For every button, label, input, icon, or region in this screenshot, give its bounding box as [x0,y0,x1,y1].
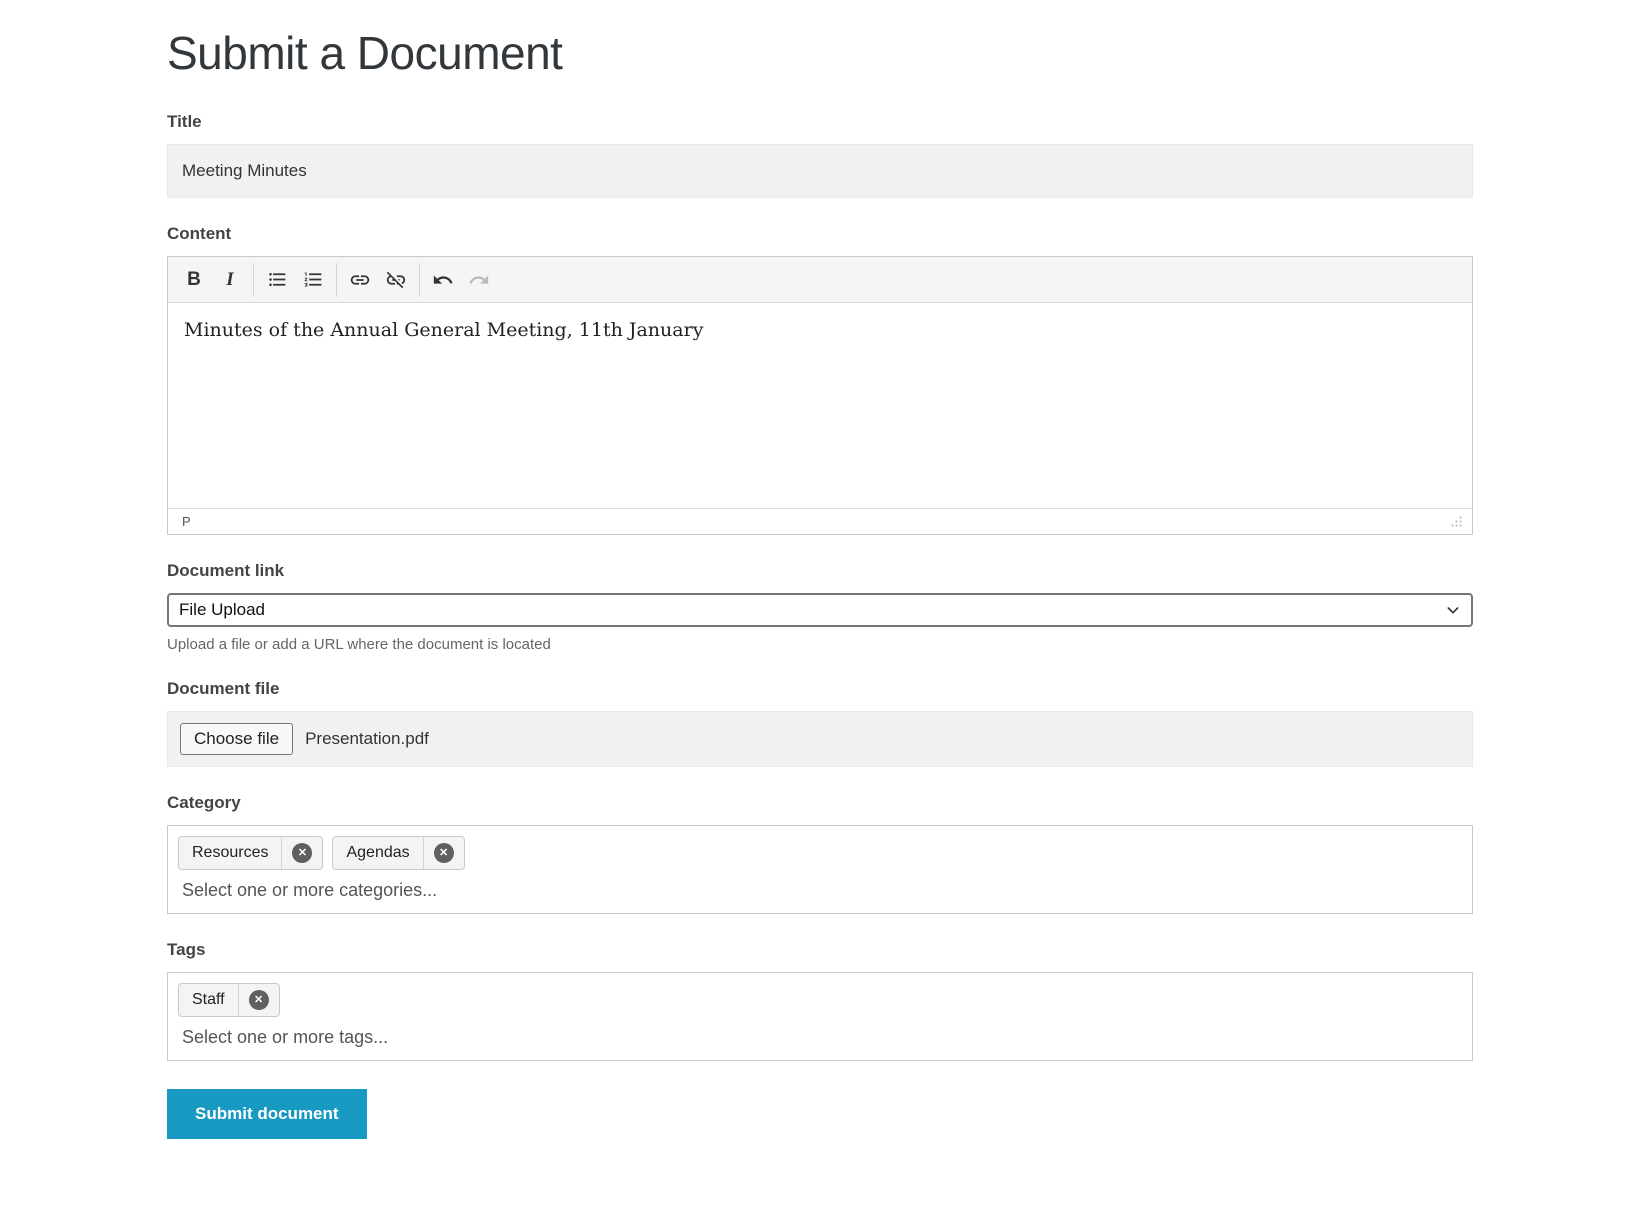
chip-label: Resources [192,844,269,861]
document-link-help: Upload a file or add a URL where the doc… [167,636,551,653]
tags-multiselect[interactable]: Staff ✕ Select one or more tags... [167,972,1473,1061]
submit-document-button[interactable]: Submit document [167,1089,367,1139]
chip-label: Staff [192,991,225,1008]
remove-chip-button[interactable]: ✕ [281,837,322,869]
resize-grip-icon[interactable] [1451,516,1462,527]
category-chip: Agendas ✕ [332,836,465,870]
bold-icon: B [187,268,201,290]
ordered-list-icon [304,272,321,287]
insert-link-icon [350,274,370,285]
tag-chip: Staff ✕ [178,983,280,1017]
unordered-list-icon [268,272,285,287]
tags-placeholder[interactable]: Select one or more tags... [178,1027,1462,1048]
bold-button[interactable]: B [176,263,212,297]
document-file-label: Document file [167,679,280,698]
element-path: P [182,514,191,529]
selected-option: File Upload [179,600,265,619]
category-chips: Resources ✕ Agendas ✕ [178,836,1462,870]
insert-link-button[interactable] [342,263,378,297]
undo-icon [433,274,453,284]
toolbar-separator [253,262,254,297]
category-field-group: Category Resources ✕ Agendas ✕ Select on… [167,793,1473,914]
category-multiselect[interactable]: Resources ✕ Agendas ✕ Select one or more… [167,825,1473,914]
remove-link-icon [386,271,406,288]
document-file-field-group: Document file Choose file Presentation.p… [167,679,1473,767]
rich-text-editor: B I Minutes of the Annual General Meetin… [167,256,1473,535]
category-label: Category [167,793,241,812]
document-link-label: Document link [167,561,285,580]
selected-filename: Presentation.pdf [305,729,429,748]
category-placeholder[interactable]: Select one or more categories... [178,880,1462,901]
category-chip: Resources ✕ [178,836,324,870]
close-icon: ✕ [248,990,269,1010]
italic-button[interactable]: I [212,263,248,297]
choose-file-button[interactable]: Choose file [180,723,294,755]
tags-chips: Staff ✕ [178,983,1462,1017]
toolbar-separator [336,262,337,297]
tags-label: Tags [167,940,206,959]
submit-document-page: Submit a Document Title Content B I [0,0,1640,1179]
content-label: Content [167,224,232,243]
page-title: Submit a Document [167,27,563,79]
redo-icon [469,274,489,284]
tags-field-group: Tags Staff ✕ Select one or more tags... [167,940,1473,1061]
content-field-group: Content B I Minutes of the Annual Genera… [167,224,1473,535]
title-label: Title [167,112,202,131]
close-icon: ✕ [292,843,313,863]
remove-chip-button[interactable]: ✕ [237,984,279,1016]
undo-button[interactable] [425,263,461,297]
chip-label: Agendas [346,844,410,861]
remove-link-button[interactable] [378,263,414,297]
document-link-field-group: Document link File Upload Upload a file … [167,561,1473,653]
title-field-group: Title [167,112,1473,198]
close-icon: ✕ [433,843,454,863]
document-link-select[interactable]: File Upload [167,593,1473,627]
editor-content-area[interactable]: Minutes of the Annual General Meeting, 1… [168,303,1472,508]
title-input[interactable] [167,144,1473,198]
file-upload-area: Choose file Presentation.pdf [167,711,1473,767]
chevron-down-icon [1447,607,1459,614]
toolbar-separator [419,262,420,297]
editor-paragraph: Minutes of the Annual General Meeting, 1… [184,319,704,341]
italic-icon: I [226,268,234,290]
ordered-list-button[interactable] [295,263,331,297]
redo-button[interactable] [461,263,497,297]
remove-chip-button[interactable]: ✕ [422,837,464,869]
unordered-list-button[interactable] [259,263,295,297]
editor-statusbar: P [168,508,1472,534]
editor-toolbar: B I [168,257,1472,303]
